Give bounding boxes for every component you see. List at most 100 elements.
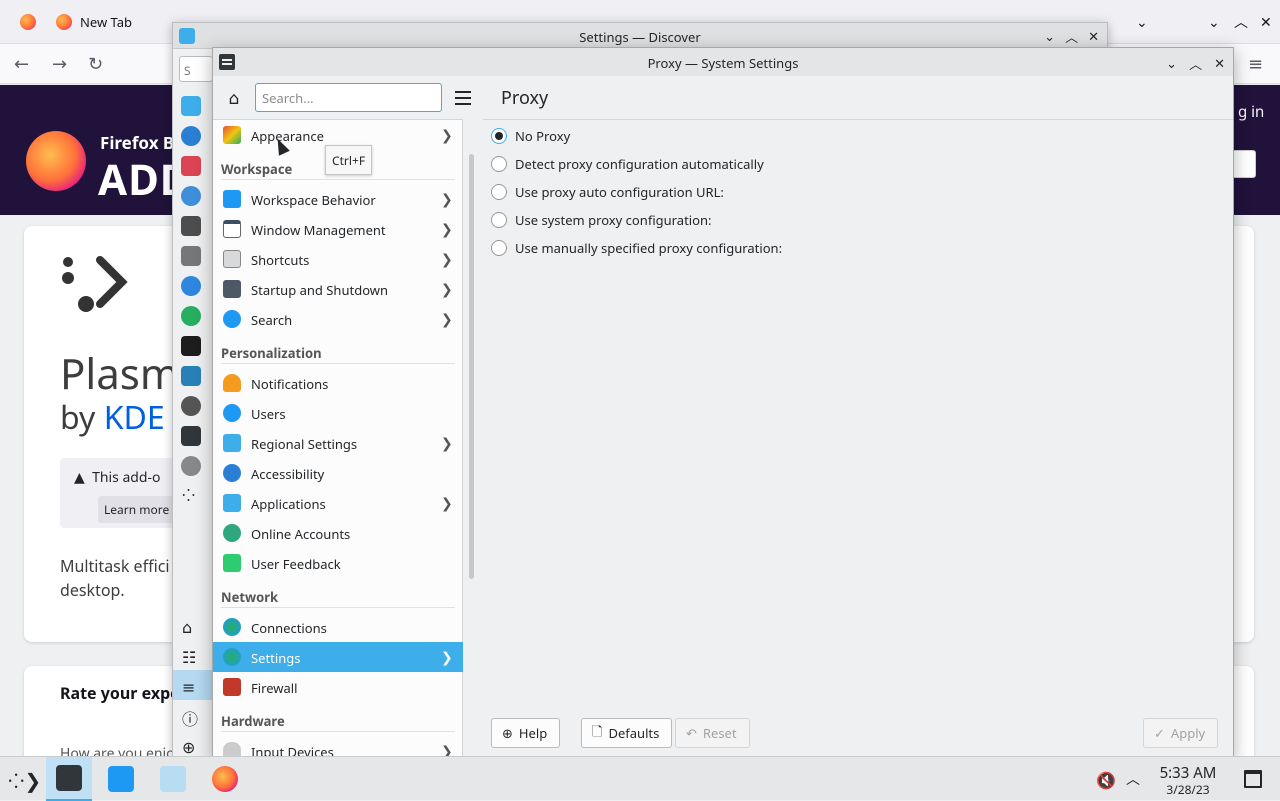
taskbar-plasma-app[interactable] [150, 757, 196, 801]
globe-icon[interactable] [181, 276, 201, 296]
sidebar-header: ⌂ [213, 76, 471, 120]
more-icon[interactable] [181, 456, 201, 476]
clock-date[interactable]: 3/28/23 [1150, 781, 1226, 798]
settings-icon[interactable]: ≡ [182, 676, 195, 698]
back-icon[interactable]: ← [14, 52, 29, 76]
sidebar-item-workspace-behavior[interactable]: Workspace Behavior ❯ [213, 184, 463, 214]
science-icon[interactable] [181, 396, 201, 416]
home-icon[interactable]: ⌂ [182, 616, 192, 638]
radio-detect-auto[interactable]: Detect proxy configuration automatically [491, 154, 764, 174]
section-network: Network [221, 584, 455, 608]
muted-speaker-icon[interactable]: 🔇 [1096, 769, 1116, 791]
addon-title: Plasm [60, 345, 180, 402]
installed-icon[interactable]: ☷ [182, 646, 196, 668]
monitor-icon[interactable] [181, 216, 201, 236]
sidebar-item-user-feedback[interactable]: User Feedback [213, 548, 463, 578]
grid-icon[interactable] [181, 96, 201, 116]
minimize-icon[interactable]: ⌄ [1044, 27, 1055, 46]
minimize-icon[interactable]: ⌄ [1166, 54, 1177, 73]
close-icon[interactable]: ✕ [1088, 27, 1099, 46]
reset-button[interactable]: ↶ Reset [675, 718, 750, 748]
addon-by: by [60, 396, 104, 439]
sidebar-item-users[interactable]: Users [213, 398, 463, 428]
sidebar-item-startup-shutdown[interactable]: Startup and Shutdown ❯ [213, 274, 463, 304]
radio-label: Use proxy auto configuration URL: [515, 183, 724, 201]
close-icon[interactable]: ✕ [1248, 0, 1280, 44]
system-settings-icon [56, 765, 82, 791]
accessibility-icon[interactable] [181, 126, 201, 146]
close-icon[interactable]: ✕ [1214, 54, 1225, 73]
sign-in-link[interactable]: g in [1238, 102, 1264, 122]
undo-icon: ↶ [686, 724, 697, 742]
radio-button[interactable] [491, 184, 507, 200]
gamepad-icon[interactable] [181, 246, 201, 266]
firefox-menu-icon[interactable] [8, 0, 48, 44]
update-icon[interactable]: ⊕ [182, 736, 195, 758]
sidebar-item-online-accounts[interactable]: Online Accounts [213, 518, 463, 548]
maximize-icon[interactable]: ︿ [1189, 54, 1202, 73]
sidebar-item-shortcuts[interactable]: Shortcuts ❯ [213, 244, 463, 274]
maximize-icon[interactable]: ︿ [1065, 27, 1078, 46]
hamburger-menu-icon[interactable]: ≡ [1248, 52, 1263, 76]
sidebar-item-window-management[interactable]: Window Management ❯ [213, 214, 463, 244]
globe-icon [223, 618, 241, 636]
chevron-down-icon[interactable]: ⌄ [1124, 0, 1160, 44]
addon-description: Multitask effici desktop. [60, 554, 170, 602]
sidebar-item-regional-settings[interactable]: Regional Settings ❯ [213, 428, 463, 458]
plasma-addons-icon[interactable]: ⁘ [182, 484, 195, 506]
radio-button[interactable] [491, 156, 507, 172]
apply-button[interactable]: ✓ Apply [1143, 718, 1219, 748]
reset-button-label: Reset [702, 724, 737, 742]
sidebar-item-connections[interactable]: Connections [213, 612, 463, 642]
search-input[interactable] [255, 83, 442, 112]
radio-system-proxy[interactable]: Use system proxy configuration: [491, 210, 712, 230]
sidebar-item-network-settings[interactable]: Settings ❯ [213, 642, 463, 672]
sidebar-item-label: Startup and Shutdown [251, 281, 389, 299]
sidebar-item-search[interactable]: Search ❯ [213, 304, 463, 334]
radio-no-proxy[interactable]: No Proxy [491, 126, 570, 146]
taskbar-firefox[interactable] [202, 757, 248, 801]
sidebar-scrollbar[interactable] [469, 154, 474, 579]
radio-button[interactable] [491, 240, 507, 256]
defaults-button[interactable]: 🗋 Defaults [581, 718, 673, 748]
radio-button[interactable] [491, 212, 507, 228]
sidebar-item-label: Shortcuts [251, 251, 310, 269]
tab-label: New Tab [80, 13, 133, 31]
sidebar-item-accessibility[interactable]: Accessibility [213, 458, 463, 488]
chevron-up-icon[interactable]: ︿ [1126, 769, 1140, 789]
office-icon[interactable] [181, 366, 201, 386]
radio-button-checked[interactable] [491, 128, 507, 144]
sidebar-item-applications[interactable]: Applications ❯ [213, 488, 463, 518]
radio-manual-proxy[interactable]: Use manually specified proxy configurati… [491, 238, 782, 258]
toolbox-icon[interactable] [181, 156, 201, 176]
forward-icon[interactable]: → [52, 52, 67, 76]
compass-icon[interactable] [181, 186, 201, 206]
reload-icon[interactable]: ↻ [88, 52, 103, 76]
page-title: Proxy [501, 86, 549, 110]
discover-sidebar: ⁘ ⌂ ☷ ≡ ⓘ ⊕ [173, 50, 213, 760]
search-box[interactable] [1232, 150, 1256, 178]
discover-search-input[interactable]: S [179, 56, 213, 82]
learn-more-button[interactable]: Learn more [98, 496, 176, 523]
help-button[interactable]: ⊕ Help [491, 718, 561, 748]
search-shortcut-tooltip: Ctrl+F [325, 145, 373, 175]
section-personalization: Personalization [221, 340, 455, 364]
multimedia-icon[interactable] [181, 336, 201, 356]
about-icon[interactable]: ⓘ [182, 706, 198, 730]
hamburger-menu-icon[interactable] [453, 88, 473, 108]
description-line: desktop. [60, 579, 125, 601]
sidebar-item-notifications[interactable]: Notifications [213, 368, 463, 398]
application-launcher-icon[interactable]: ⁘❯ [8, 767, 41, 794]
tab-new-tab[interactable]: New Tab [44, 0, 144, 44]
settings-nav-list: Appearance ❯ Workspace Workspace Behavio… [213, 120, 463, 760]
system-icon[interactable] [181, 426, 201, 446]
internet-icon[interactable] [181, 306, 201, 326]
radio-auto-config-url[interactable]: Use proxy auto configuration URL: [491, 182, 724, 202]
taskbar-discover[interactable] [98, 757, 144, 801]
show-desktop-icon[interactable] [1244, 770, 1262, 788]
clock-time[interactable]: 5:33 AM [1150, 763, 1226, 783]
sidebar-item-firewall[interactable]: Firewall [213, 672, 463, 702]
taskbar-system-settings[interactable] [46, 757, 92, 801]
home-icon[interactable]: ⌂ [223, 88, 245, 110]
addon-author-link[interactable]: KDE [104, 396, 165, 439]
